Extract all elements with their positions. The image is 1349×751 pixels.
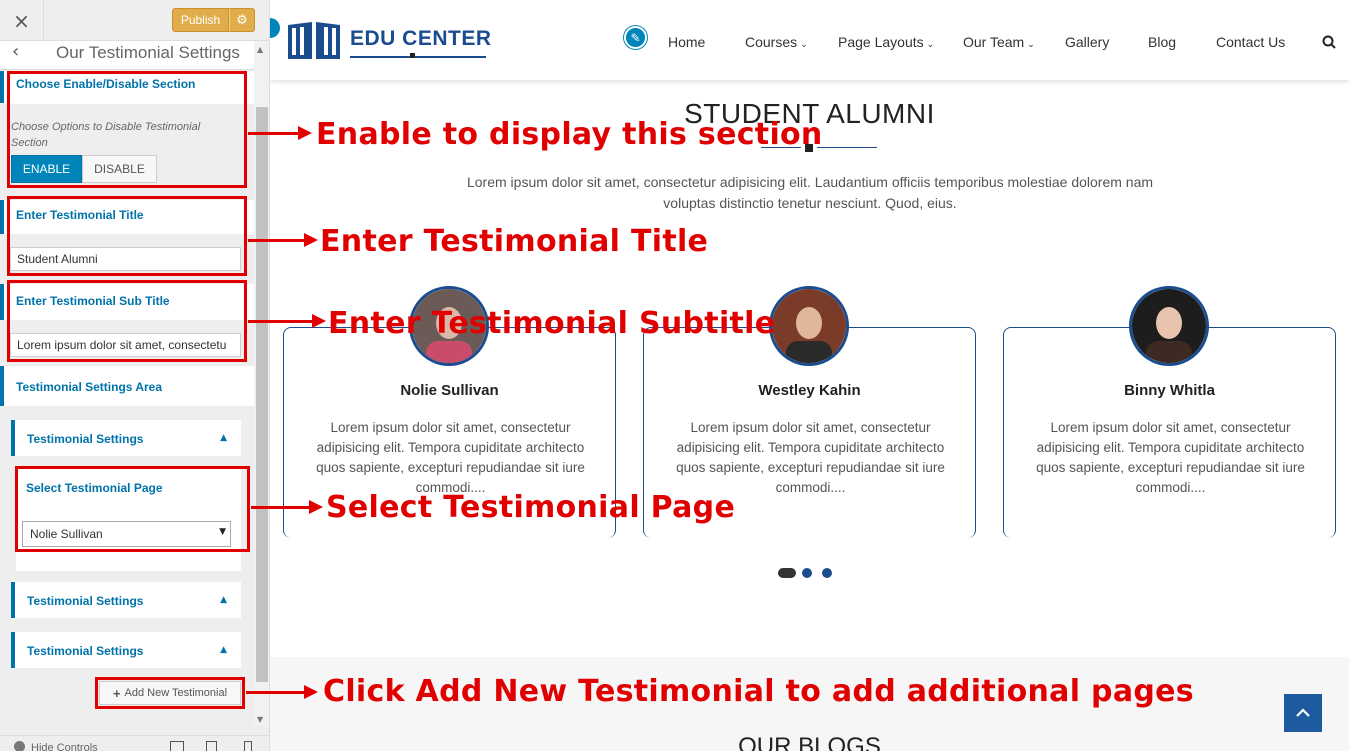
avatar <box>769 286 849 366</box>
sidebar-scrollbar[interactable]: ▲ ▼ <box>254 41 269 726</box>
annotation-subtitle: Enter Testimonial Subtitle <box>328 306 776 341</box>
annotation-arrow-2 <box>248 233 318 247</box>
edit-pencil-icon[interactable]: ✎ <box>624 26 647 49</box>
back-arrow-icon[interactable]: ‹ <box>12 41 19 62</box>
chevron-down-icon: ⌄ <box>926 40 935 50</box>
active-indicator <box>0 71 4 103</box>
section-header: ‹ Our Testimonial Settings <box>0 41 254 70</box>
carousel-dot[interactable] <box>802 568 812 578</box>
nav-item-courses[interactable]: Courses ⌄ <box>745 34 808 50</box>
collapse-caret-icon[interactable]: ▲ <box>220 645 227 655</box>
carousel-dot[interactable] <box>778 568 796 578</box>
nav-item-home[interactable]: Home <box>668 34 705 50</box>
scroll-to-top-button[interactable] <box>1284 694 1322 732</box>
chevron-up-icon <box>1296 708 1310 717</box>
annotation-enable: Enable to display this section <box>316 117 823 152</box>
collapse-caret-icon[interactable]: ▲ <box>220 433 227 443</box>
book-logo-icon[interactable] <box>286 19 342 61</box>
nav-label: Courses <box>745 34 798 50</box>
title-divider-right <box>817 147 877 148</box>
nav-item-our-team[interactable]: Our Team ⌄ <box>963 34 1035 50</box>
nav-label: Contact Us <box>1216 34 1286 50</box>
active-indicator <box>0 284 4 320</box>
logo-underline <box>350 56 486 58</box>
alumni-section-subtitle: Lorem ipsum dolor sit amet, consectetur … <box>466 174 1154 211</box>
nav-label: Page Layouts <box>838 34 924 50</box>
collapse-caret-icon[interactable]: ▲ <box>220 595 227 605</box>
close-customizer-button[interactable]: × <box>0 0 44 41</box>
edit-shortcut-icon[interactable] <box>270 18 280 38</box>
desktop-preview-icon[interactable] <box>170 741 184 751</box>
testimonial-text: Lorem ipsum dolor sit amet, consectetur … <box>316 420 585 495</box>
testimonial-name: Binny Whitla <box>1124 382 1215 399</box>
annotation-title: Enter Testimonial Title <box>320 224 709 259</box>
testimonial-card: Binny Whitla Lorem ipsum dolor sit amet, … <box>1003 286 1336 538</box>
carousel-dot[interactable] <box>822 568 832 578</box>
avatar <box>1129 286 1209 366</box>
tablet-preview-icon[interactable] <box>206 741 217 751</box>
testimonial-text: Lorem ipsum dolor sit amet, consectetur … <box>1036 420 1305 495</box>
scroll-up-arrow-icon[interactable]: ▲ <box>257 45 263 54</box>
chevron-down-icon: ⌄ <box>1027 40 1035 50</box>
annotation-box-title <box>7 196 247 276</box>
nav-item-contact-us[interactable]: Contact Us <box>1216 34 1285 50</box>
nav-label: Blog <box>1148 34 1177 50</box>
annotation-box-add-new <box>95 677 245 709</box>
testimonial-settings-accordion-3[interactable]: Testimonial Settings ▲ <box>11 632 241 668</box>
testimonial-text: Lorem ipsum dolor sit amet, consectetur … <box>676 420 945 495</box>
scroll-down-arrow-icon[interactable]: ▼ <box>257 715 263 724</box>
avatar-photo-icon <box>772 289 846 363</box>
site-logo-text[interactable]: EDU CENTER <box>350 27 492 51</box>
search-icon[interactable] <box>1322 35 1336 49</box>
logo-dot <box>410 53 415 58</box>
avatar-photo-icon <box>1132 289 1206 363</box>
settings-area-label: Testimonial Settings Area <box>16 380 163 394</box>
hide-controls-button[interactable]: Hide Controls <box>14 741 98 751</box>
annotation-arrow-3 <box>248 314 326 328</box>
active-indicator <box>0 366 4 406</box>
customizer-sidebar: × Publish ⚙ ‹ Our Testimonial Settings C… <box>0 0 270 751</box>
annotation-box-enable <box>7 71 247 188</box>
site-header: EDU CENTER ✎ Home Courses ⌄ Page Layouts ⌄ Ou… <box>270 0 1349 80</box>
annotation-arrow-4 <box>251 500 323 514</box>
annotation-box-select-page <box>15 466 250 552</box>
active-indicator <box>0 200 4 234</box>
publish-button[interactable]: Publish <box>172 8 229 32</box>
testimonial-name: Westley Kahin <box>758 382 861 399</box>
settings-area: Testimonial Settings Area <box>0 366 254 406</box>
section-title: Our Testimonial Settings <box>56 43 240 62</box>
customizer-footer: Hide Controls <box>0 735 269 751</box>
testimonial-settings-accordion-2[interactable]: Testimonial Settings ▲ <box>11 582 241 618</box>
accordion-label: Testimonial Settings <box>27 432 144 446</box>
customizer-header: × Publish ⚙ <box>0 0 269 41</box>
annotation-select-page: Select Testimonial Page <box>326 490 736 525</box>
annotation-arrow-5 <box>246 685 318 699</box>
chevron-down-icon: ⌄ <box>800 40 808 50</box>
accordion-label: Testimonial Settings <box>27 644 144 658</box>
testimonial-settings-accordion-1[interactable]: Testimonial Settings ▲ <box>11 420 241 456</box>
nav-label: Our Team <box>963 34 1025 50</box>
mobile-preview-icon[interactable] <box>244 741 252 751</box>
nav-label: Home <box>668 34 706 50</box>
nav-label: Gallery <box>1065 34 1110 50</box>
blogs-section-title: OUR BLOGS <box>738 733 881 751</box>
annotation-arrow-1 <box>248 126 312 140</box>
collapse-icon <box>14 741 25 751</box>
annotation-box-subtitle <box>7 280 247 362</box>
hide-controls-label: Hide Controls <box>31 742 98 751</box>
accordion-label: Testimonial Settings <box>27 594 144 608</box>
testimonial-name: Nolie Sullivan <box>400 382 499 399</box>
annotation-add-new: Click Add New Testimonial to add additio… <box>323 674 1194 709</box>
nav-item-blog[interactable]: Blog <box>1148 34 1176 50</box>
scrollbar-thumb[interactable] <box>256 107 268 682</box>
nav-item-gallery[interactable]: Gallery <box>1065 34 1109 50</box>
site-preview: EDU CENTER ✎ Home Courses ⌄ Page Layouts ⌄ Ou… <box>270 0 1349 751</box>
publish-settings-gear-icon[interactable]: ⚙ <box>229 8 255 32</box>
nav-item-page-layouts[interactable]: Page Layouts ⌄ <box>838 34 934 50</box>
